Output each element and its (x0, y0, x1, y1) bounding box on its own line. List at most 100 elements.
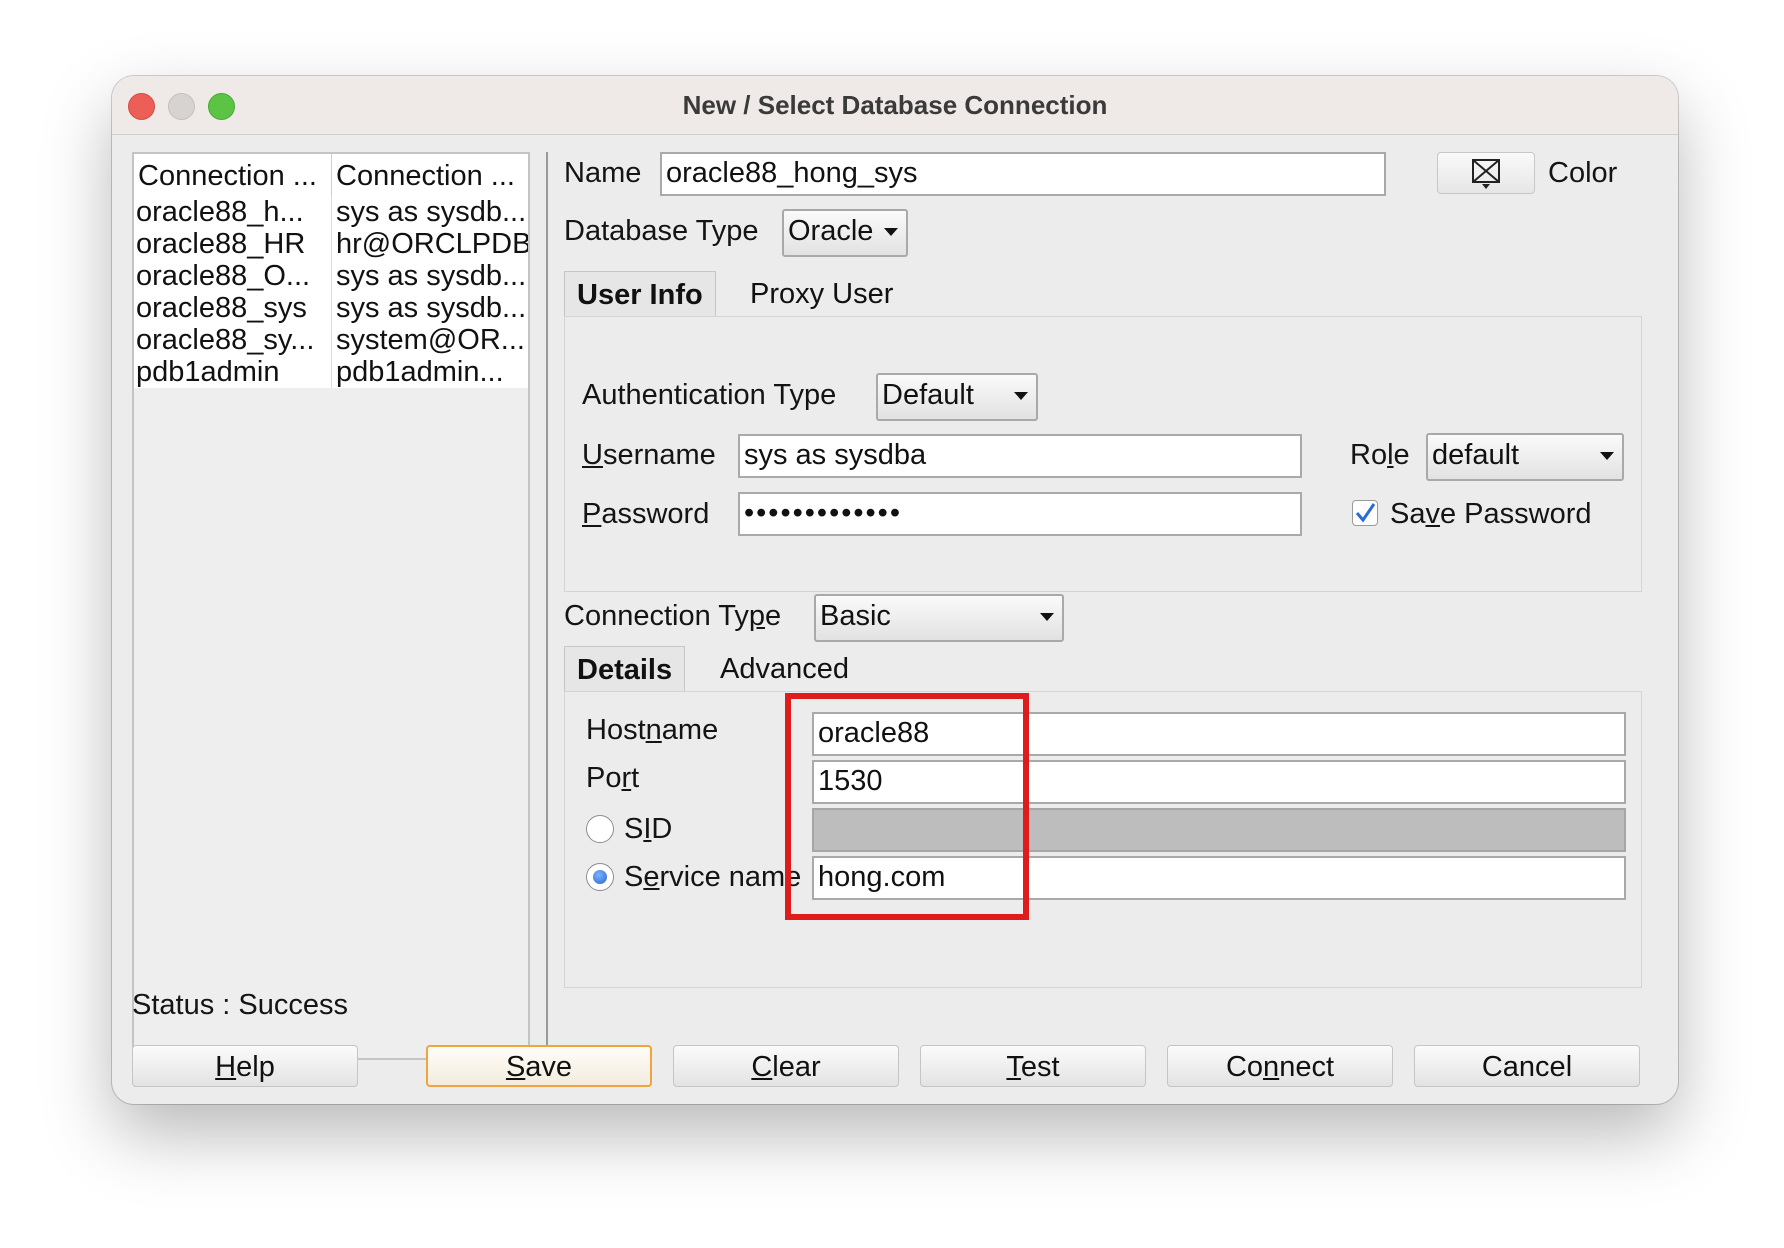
connection-details: sys as sysdb... (336, 292, 527, 324)
connection-details: sys as sysdb... (336, 260, 527, 292)
username-label: Username (582, 439, 716, 472)
save-button[interactable]: Save (426, 1045, 652, 1087)
password-mnemonic: P (582, 498, 602, 530)
save-password-checkbox[interactable] (1352, 500, 1378, 526)
save-password-label: Save Password (1390, 498, 1592, 531)
window-title: New / Select Database Connection (682, 90, 1108, 120)
name-input[interactable]: oracle88_hong_sys (660, 152, 1386, 196)
connection-type-text: Connection Ty (564, 600, 749, 632)
service-name-label: Service name (624, 861, 801, 894)
checkmark-icon (1355, 503, 1376, 523)
save-label: ave (525, 1051, 573, 1083)
connection-type-value: Basic (820, 600, 891, 632)
color-swatch-icon (1472, 159, 1500, 189)
service-name-text: rvice name (659, 861, 802, 893)
password-input[interactable]: ••••••••••••• (738, 492, 1302, 536)
hostname-text: ame (661, 714, 719, 746)
connect-label: nect (1279, 1051, 1335, 1083)
save-password-text: e Password (1439, 498, 1592, 530)
help-mnemonic: H (215, 1051, 237, 1083)
test-button[interactable]: Test (920, 1045, 1146, 1087)
role-value: default (1432, 439, 1520, 471)
cell-divider (331, 324, 332, 356)
connection-name: oracle88_O... (136, 260, 311, 292)
role-select[interactable]: default (1426, 433, 1624, 481)
hostname-text: Host (586, 714, 646, 746)
connection-type-text: e (765, 600, 782, 632)
connection-list[interactable]: Connection ... Connection ... oracle88_h… (132, 152, 530, 1060)
hostname-label: Hostname (586, 714, 718, 747)
sid-radio[interactable] (586, 815, 614, 843)
clear-button[interactable]: Clear (673, 1045, 899, 1087)
database-type-select[interactable]: Oracle (782, 209, 908, 257)
clear-mnemonic: C (751, 1051, 773, 1083)
test-label: est (1020, 1051, 1060, 1083)
connection-name: oracle88_HR (136, 228, 306, 260)
connection-type-select[interactable]: Basic (814, 594, 1064, 642)
service-name-mnemonic: e (643, 861, 660, 893)
connection-name: pdb1admin (136, 356, 280, 388)
username-mnemonic: U (582, 439, 603, 471)
username-input[interactable]: sys as sysdba (738, 434, 1302, 478)
port-mnemonic: r (621, 762, 632, 794)
connection-details: pdb1admin... (336, 356, 504, 388)
dialog-window: New / Select Database Connection Connect… (112, 76, 1678, 1104)
tab-details[interactable]: Details (564, 646, 686, 692)
color-picker-button[interactable] (1437, 152, 1535, 194)
chevron-down-icon (1040, 613, 1054, 621)
cell-divider (331, 260, 332, 292)
authentication-type-value: Default (882, 379, 974, 411)
save-password-text: Sa (1390, 498, 1426, 530)
tab-advanced[interactable]: Advanced (708, 646, 861, 692)
connection-row[interactable]: oracle88_sy... system@OR... (134, 324, 528, 356)
connection-details: hr@ORCLPDB (336, 228, 528, 260)
connection-row[interactable]: oracle88_O... sys as sysdb... (134, 260, 528, 292)
service-name-radio[interactable] (586, 863, 614, 891)
test-mnemonic: T (1006, 1051, 1021, 1083)
status-text: Status : Success (132, 989, 348, 1021)
split-pane-divider[interactable] (546, 152, 548, 1060)
connect-button[interactable]: Connect (1167, 1045, 1393, 1087)
column-divider[interactable] (331, 154, 332, 196)
port-text: t (631, 762, 640, 794)
database-type-label: Database Type (564, 215, 759, 247)
connection-rows: oracle88_h... sys as sysdb... oracle88_H… (134, 196, 528, 388)
connection-list-header: Connection ... Connection ... (134, 154, 528, 197)
role-label-text: e (1393, 439, 1410, 471)
column-header-connection-name[interactable]: Connection ... (138, 154, 330, 196)
connection-name: oracle88_sys (136, 292, 307, 324)
authentication-type-label: Authentication Type (582, 379, 837, 411)
connection-row[interactable]: pdb1admin pdb1admin... (134, 356, 528, 388)
connection-row[interactable]: oracle88_h... sys as sysdb... (134, 196, 528, 228)
role-label-text: Ro (1350, 439, 1388, 471)
password-label: Password (582, 498, 709, 531)
connection-name: oracle88_h... (136, 196, 304, 228)
role-label: Role (1350, 439, 1410, 472)
connection-name: oracle88_sy... (136, 324, 315, 356)
name-label: Name (564, 157, 642, 189)
hostname-mnemonic: n (645, 714, 662, 746)
connection-details: sys as sysdb... (336, 196, 527, 228)
cell-divider (331, 196, 332, 228)
help-button[interactable]: Help (132, 1045, 358, 1087)
connection-type-mnemonic: p (748, 600, 766, 632)
save-mnemonic: S (505, 1051, 526, 1083)
clear-label: lear (772, 1051, 821, 1083)
connection-row[interactable]: oracle88_sys sys as sysdb... (134, 292, 528, 324)
column-header-connection-details[interactable]: Connection ... (336, 154, 526, 196)
tab-user-info[interactable]: User Info (564, 271, 716, 317)
tab-proxy-user[interactable]: Proxy User (738, 271, 905, 317)
sid-text: D (651, 813, 673, 845)
cancel-button[interactable]: Cancel (1414, 1045, 1640, 1087)
chevron-down-icon (1600, 452, 1614, 460)
password-label-text: assword (601, 498, 710, 530)
port-label: Port (586, 762, 639, 795)
database-type-value: Oracle (788, 215, 874, 247)
cell-divider (331, 292, 332, 324)
connection-row[interactable]: oracle88_HR hr@ORCLPDB (134, 228, 528, 260)
cell-divider (331, 356, 332, 388)
chevron-down-icon (1014, 392, 1028, 400)
authentication-type-select[interactable]: Default (876, 373, 1038, 421)
sid-label: SID (624, 813, 672, 846)
chevron-down-icon (884, 228, 898, 236)
